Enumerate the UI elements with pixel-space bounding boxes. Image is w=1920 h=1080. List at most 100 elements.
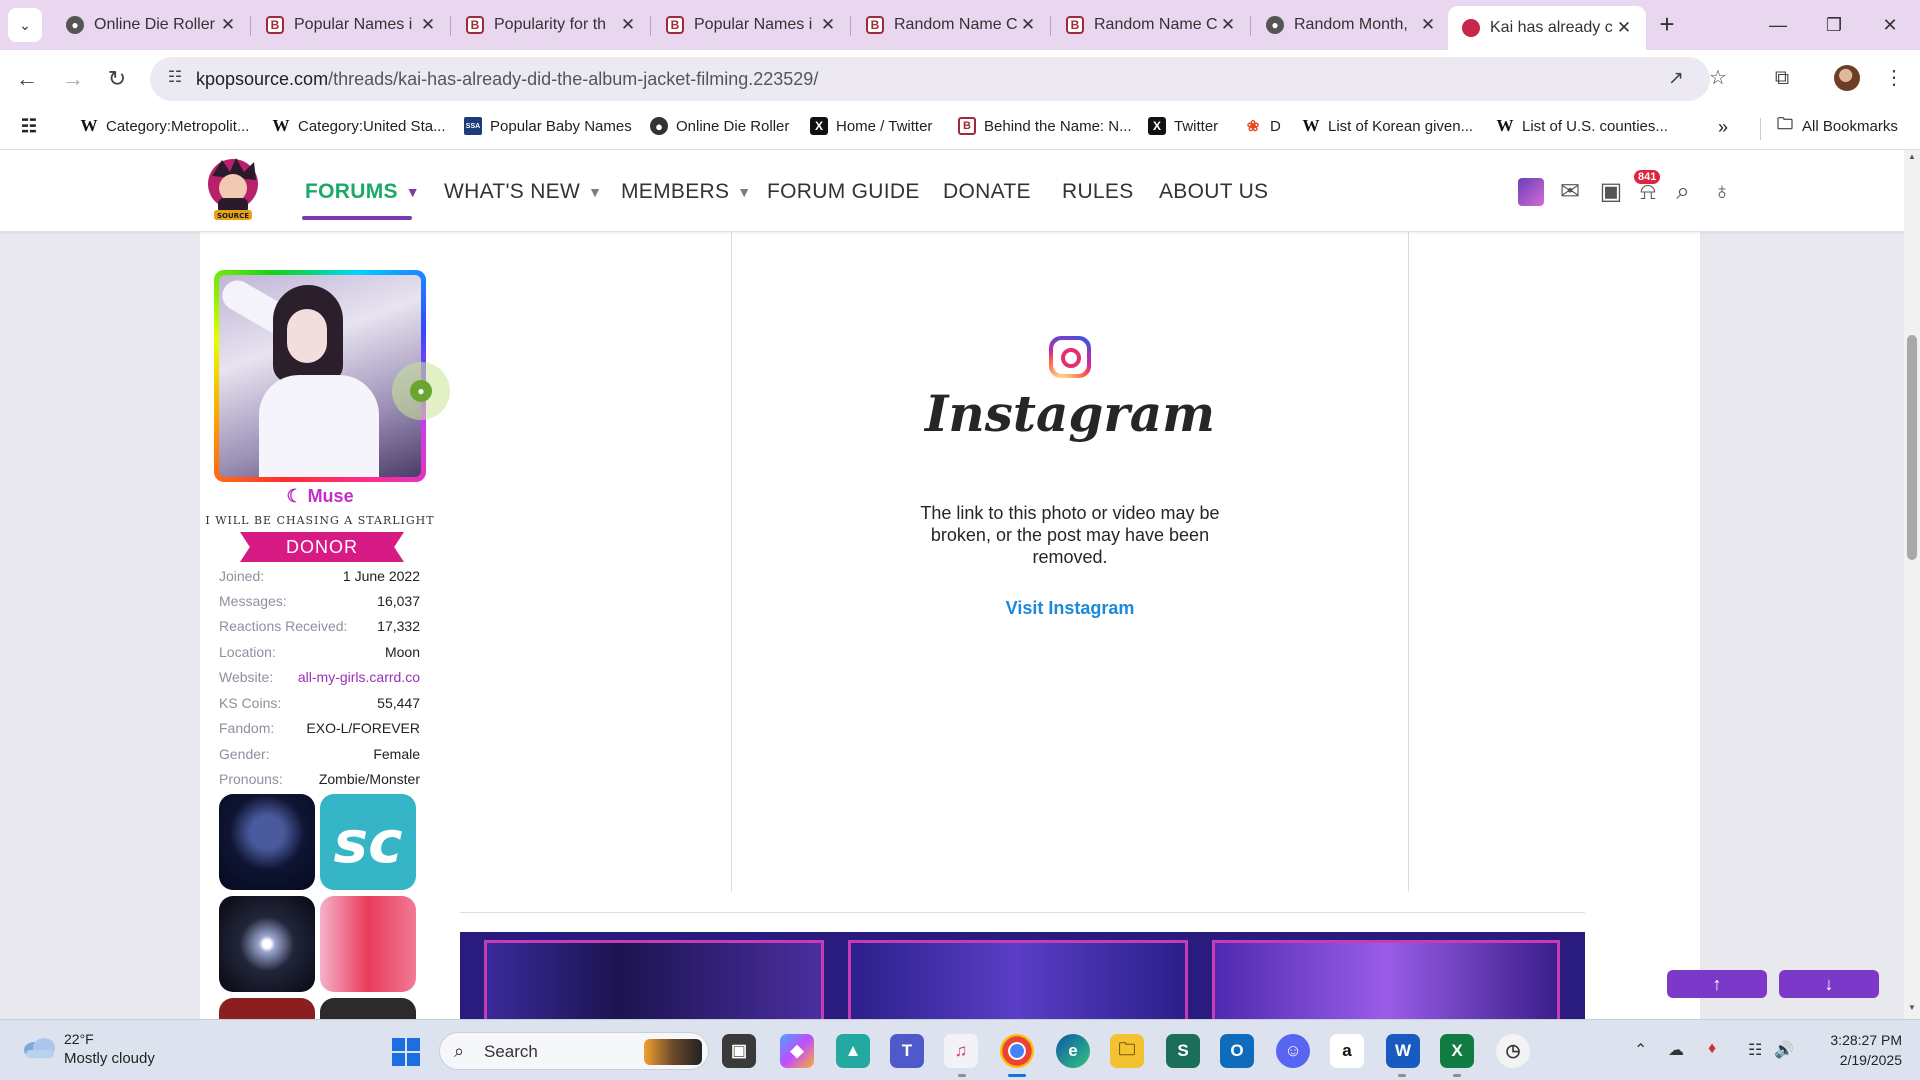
url-text[interactable]: kpopsource.com/threads/kai-has-already-d… — [196, 69, 818, 90]
bookmark-item[interactable]: ● Online Die Roller — [650, 117, 789, 135]
extensions-icon[interactable]: ⧉ — [1768, 64, 1796, 92]
gallery-image[interactable] — [484, 940, 824, 1019]
nav-whats-new[interactable]: WHAT'S NEW ▼ — [444, 180, 602, 204]
open-in-app-icon[interactable]: ↗ — [1664, 67, 1688, 91]
close-icon[interactable]: ✕ — [618, 15, 638, 35]
bookmark-item[interactable]: W List of U.S. counties... — [1496, 116, 1668, 135]
scroll-to-top-button[interactable]: ↑ — [1667, 970, 1767, 998]
gallery-image[interactable] — [1212, 940, 1560, 1019]
bookmark-item[interactable]: W List of Korean given... — [1302, 116, 1474, 135]
bookmark-item[interactable]: W Category:United Sta... — [272, 116, 446, 135]
bookmark-item[interactable]: W Category:Metropolit... — [80, 116, 250, 135]
close-icon[interactable]: ✕ — [1418, 15, 1438, 35]
gallery-image[interactable] — [848, 940, 1188, 1019]
taskbar-search[interactable]: ⌕ Search — [439, 1032, 709, 1070]
browser-tab[interactable]: B Random Name C ✕ — [1052, 6, 1251, 44]
close-icon[interactable]: ✕ — [818, 15, 838, 35]
apps-icon[interactable]: ☷ — [20, 116, 46, 136]
tray-app-icon[interactable]: ♦ — [1708, 1040, 1716, 1058]
user-badge-logo[interactable]: sc — [320, 794, 416, 890]
bookmark-item[interactable]: X Home / Twitter — [810, 117, 932, 135]
excel-icon[interactable]: X — [1440, 1034, 1474, 1068]
reload-button[interactable]: ↻ — [102, 64, 132, 94]
file-explorer-icon[interactable]: 🗀 — [1110, 1034, 1144, 1068]
word-icon[interactable]: W — [1386, 1034, 1420, 1068]
itunes-icon[interactable]: ♫ — [944, 1034, 978, 1068]
website-link[interactable]: all-my-girls.carrd.co — [298, 669, 420, 685]
nav-forum-guide[interactable]: FORUM GUIDE — [767, 180, 920, 204]
site-logo[interactable]: SOURCE — [204, 154, 262, 222]
menu-icon[interactable]: ⋮ — [1880, 64, 1908, 92]
browser-tab[interactable]: ● Random Month, ✕ — [1252, 6, 1450, 44]
scrollbar-thumb[interactable] — [1907, 335, 1917, 560]
bookmark-item[interactable]: B Behind the Name: N... — [958, 117, 1132, 135]
restore-button[interactable]: ❐ — [1806, 0, 1862, 50]
task-view-icon[interactable]: ▣ — [722, 1034, 756, 1068]
close-icon[interactable]: ✕ — [1218, 15, 1238, 35]
browser-tab-active[interactable]: Kai has already c ✕ — [1448, 6, 1646, 50]
close-icon[interactable]: ✕ — [1614, 18, 1634, 38]
clock-app-icon[interactable]: ◷ — [1496, 1034, 1530, 1068]
user-badge-image[interactable] — [320, 998, 416, 1019]
user-avatar-frame[interactable] — [214, 270, 426, 482]
close-icon[interactable]: ✕ — [218, 15, 238, 35]
wolf-app-icon[interactable]: ▲ — [836, 1034, 870, 1068]
browser-tab[interactable]: B Popular Names i ✕ — [652, 6, 851, 44]
cloud-icon[interactable] — [22, 1034, 56, 1060]
close-icon[interactable]: ✕ — [418, 15, 438, 35]
search-icon[interactable]: ⌕ — [1668, 178, 1698, 206]
user-badge-image[interactable] — [219, 998, 315, 1019]
edge-icon[interactable]: e — [1056, 1034, 1090, 1068]
chrome-icon[interactable] — [1000, 1034, 1034, 1068]
new-tab-button[interactable]: + — [1652, 10, 1682, 40]
profile-avatar[interactable] — [1834, 65, 1860, 91]
scroll-to-bottom-button[interactable]: ↓ — [1779, 970, 1879, 998]
browser-tab[interactable]: B Popular Names i ✕ — [252, 6, 451, 44]
tab-search-button[interactable]: ⌄ — [8, 8, 42, 42]
start-button[interactable] — [392, 1038, 420, 1066]
browser-tab[interactable]: B Random Name C ✕ — [852, 6, 1051, 44]
bookmark-item[interactable]: ❀ D — [1244, 117, 1281, 136]
user-badge-image[interactable] — [219, 794, 315, 890]
bookmark-star-icon[interactable]: ☆ — [1704, 64, 1732, 92]
scroll-up-arrow-icon[interactable]: ▲ — [1904, 152, 1920, 166]
browser-tab[interactable]: ● Online Die Roller ✕ — [52, 6, 251, 44]
amazon-icon[interactable]: a — [1330, 1034, 1364, 1068]
volume-icon[interactable]: 🔊 — [1774, 1040, 1794, 1060]
weather-temperature[interactable]: 22°F — [64, 1031, 94, 1047]
chevron-up-icon[interactable]: ⌃ — [1634, 1040, 1647, 1060]
onedrive-icon[interactable]: ☁ — [1668, 1040, 1684, 1060]
user-badge-image[interactable] — [320, 896, 416, 992]
back-button[interactable]: ← — [12, 64, 42, 94]
browser-tab[interactable]: B Popularity for th ✕ — [452, 6, 651, 44]
bookmark-item[interactable]: X Twitter — [1148, 117, 1218, 135]
outlook-icon[interactable]: O — [1220, 1034, 1254, 1068]
site-info-icon[interactable]: ☷ — [162, 67, 188, 91]
weather-description[interactable]: Mostly cloudy — [64, 1050, 155, 1067]
close-window-button[interactable]: ✕ — [1862, 0, 1918, 50]
coins-icon[interactable]: ▣ — [1593, 178, 1629, 206]
user-badge-image[interactable] — [219, 896, 315, 992]
close-icon[interactable]: ✕ — [1018, 15, 1038, 35]
all-bookmarks-button[interactable]: 🗀 All Bookmarks — [1776, 116, 1898, 135]
lightbulb-icon[interactable]: ♁ — [1708, 178, 1736, 206]
envelope-icon[interactable]: ✉ — [1555, 178, 1585, 206]
visit-instagram-link[interactable]: Visit Instagram — [740, 598, 1400, 619]
copilot-icon[interactable]: ◆ — [780, 1034, 814, 1068]
forward-button[interactable]: → — [58, 64, 88, 94]
address-bar[interactable]: ☷ kpopsource.com/threads/kai-has-already… — [150, 57, 1710, 101]
nav-forums[interactable]: FORUMS ▼ — [305, 180, 420, 204]
minimize-button[interactable]: — — [1750, 0, 1806, 50]
page-scrollbar[interactable]: ▲ ▼ — [1904, 150, 1920, 1019]
bookmark-item[interactable]: SSA Popular Baby Names — [464, 117, 632, 135]
scrivener-icon[interactable]: S — [1166, 1034, 1200, 1068]
nav-donate[interactable]: DONATE — [943, 180, 1031, 204]
taskbar-time[interactable]: 3:28:27 PM — [1822, 1032, 1902, 1048]
scroll-down-arrow-icon[interactable]: ▼ — [1904, 1003, 1920, 1017]
more-bookmarks-icon[interactable]: » — [1718, 117, 1728, 138]
teams-icon[interactable]: T — [890, 1034, 924, 1068]
user-avatar-icon[interactable] — [1518, 178, 1544, 206]
wifi-icon[interactable]: ☷ — [1748, 1040, 1762, 1060]
nav-about-us[interactable]: ABOUT US — [1159, 180, 1268, 204]
nav-rules[interactable]: RULES — [1062, 180, 1134, 204]
